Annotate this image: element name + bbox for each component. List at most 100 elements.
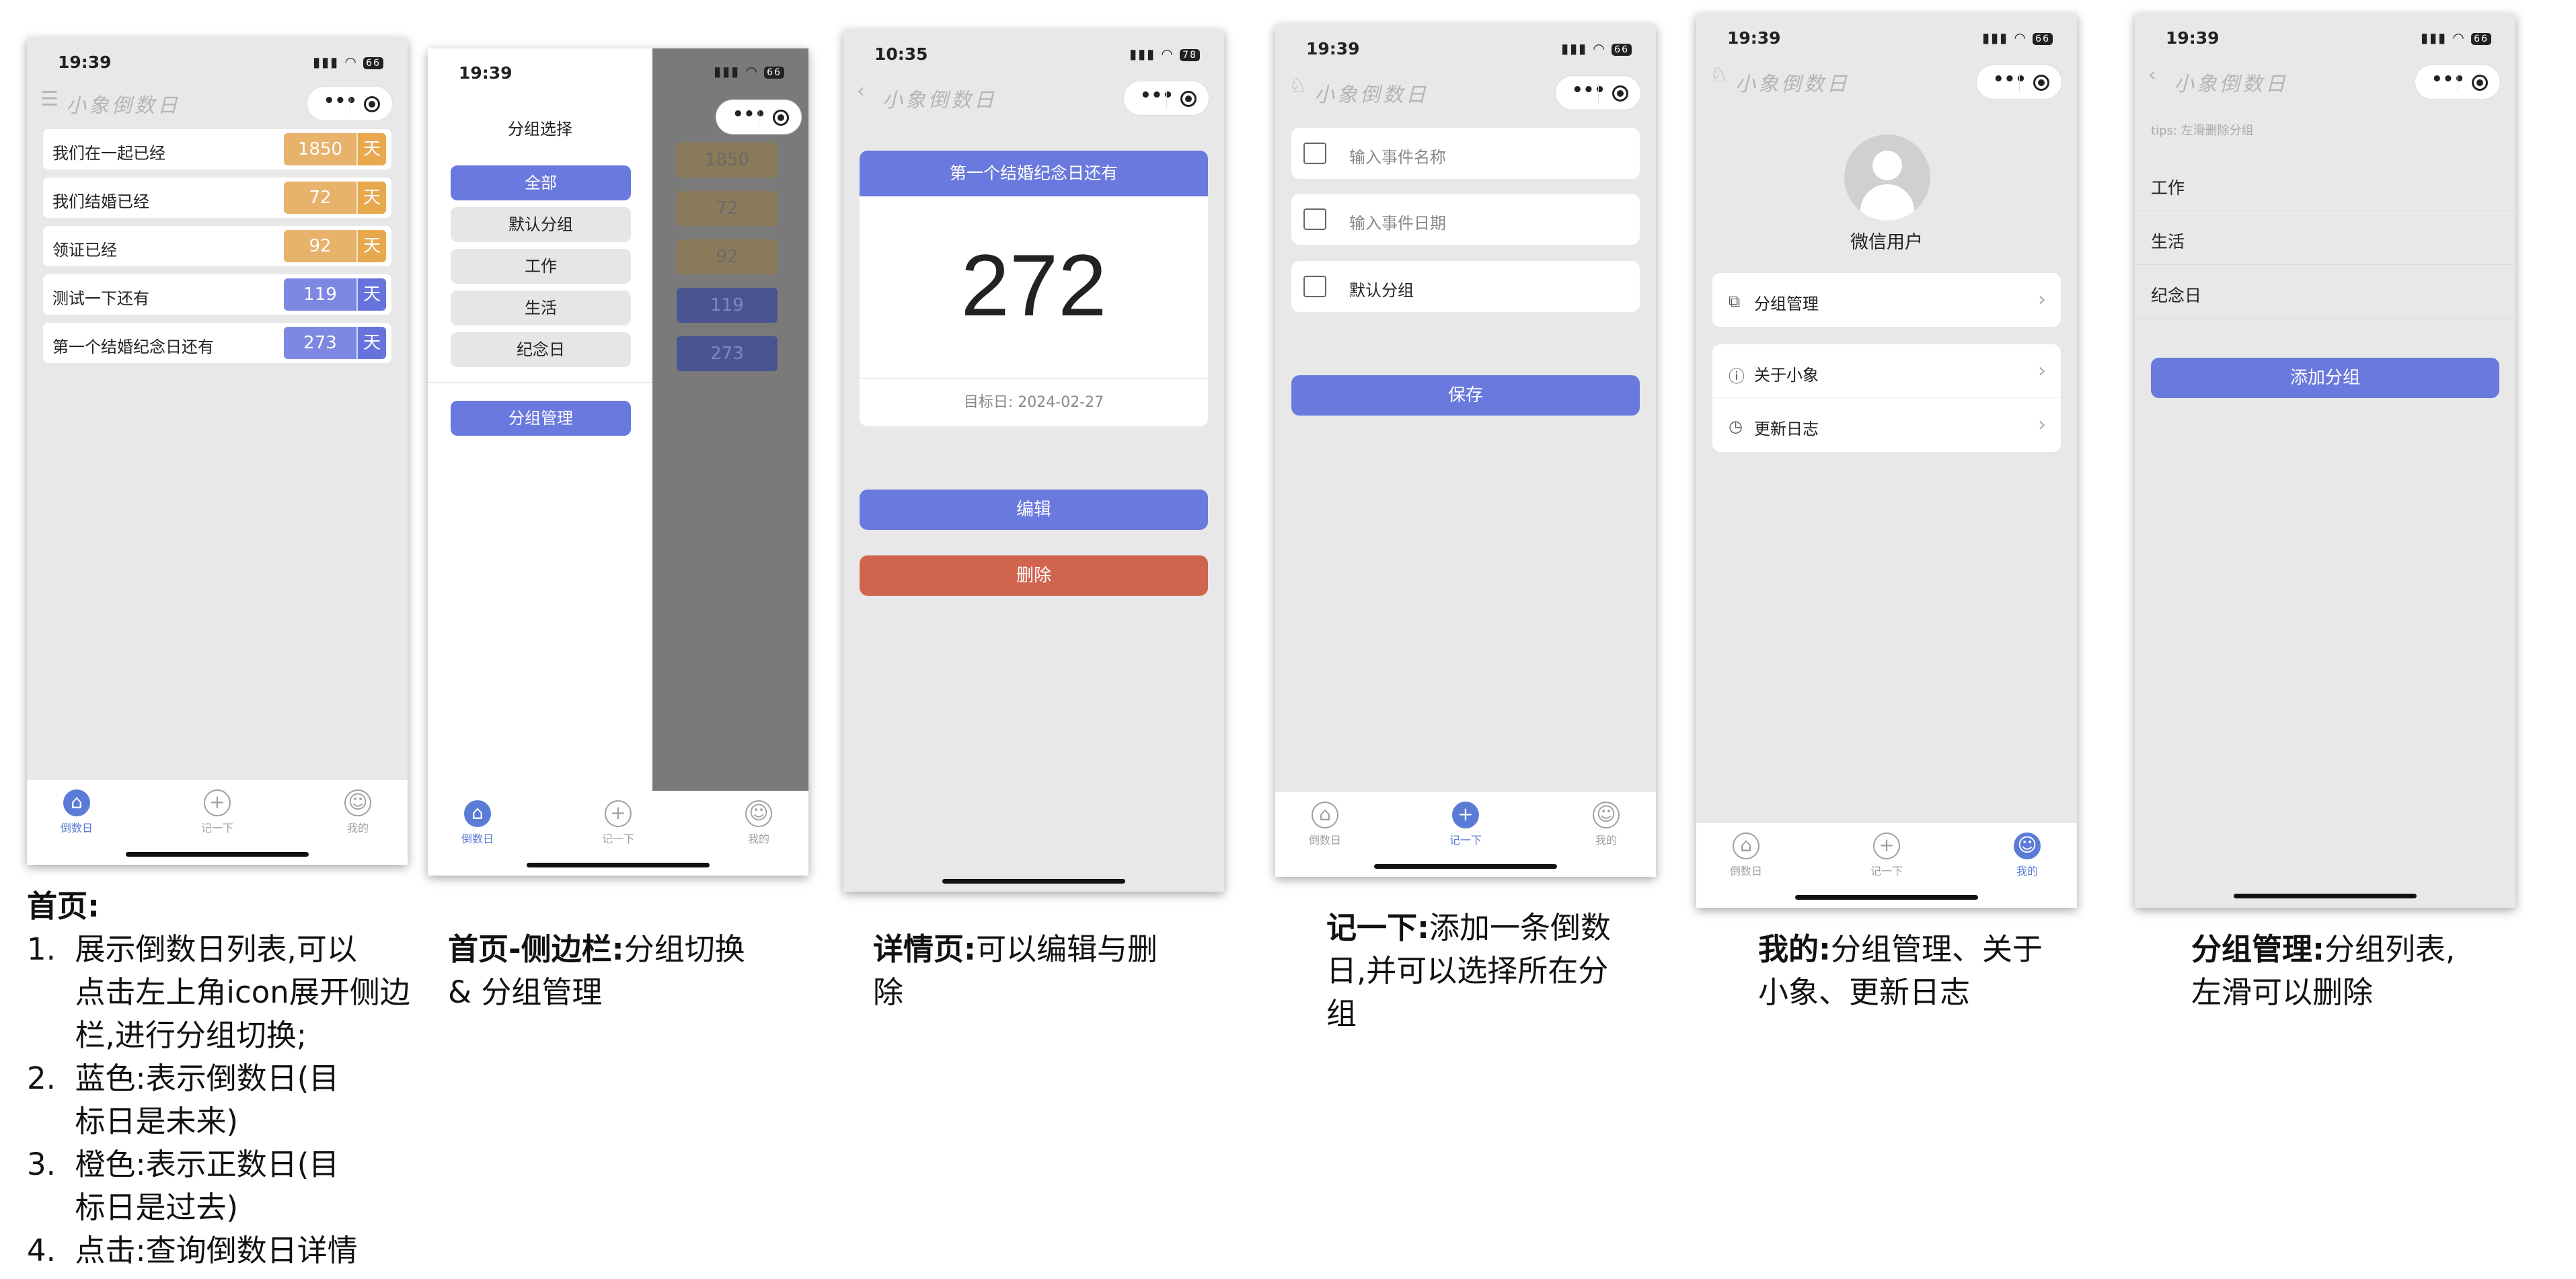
tab-record[interactable]: + 记一下 [578, 800, 658, 846]
tab-record[interactable]: + 记一下 [1846, 832, 1927, 878]
home-indicator [1374, 864, 1557, 869]
tab-record[interactable]: + 记一下 [1425, 802, 1506, 847]
caption-line: 标日是未来) [27, 1103, 239, 1139]
save-button[interactable]: 保存 [1291, 375, 1640, 416]
close-target-icon[interactable] [1612, 85, 1628, 102]
home-indicator [126, 852, 309, 857]
tab-mine[interactable]: ☺ 我的 [1566, 802, 1646, 847]
miniprogram-capsule[interactable]: ••• [307, 86, 393, 121]
app-title: 小象倒数日 [2174, 73, 2288, 96]
group-life[interactable]: 生活 [451, 290, 631, 325]
group-row[interactable]: 生活 [2135, 211, 2515, 265]
menu-changelog[interactable]: ◷ 更新日志 › [1712, 398, 2061, 452]
event-row[interactable]: 我们结婚已经 72 天 [43, 178, 391, 218]
group-row[interactable]: 纪念日 [2135, 265, 2515, 319]
tab-record[interactable]: + 记一下 [177, 789, 258, 835]
more-icon[interactable]: ••• [324, 91, 357, 111]
caption-title: 首页: [27, 888, 100, 924]
group-select[interactable]: 默认分组 [1291, 261, 1640, 312]
menu-about[interactable]: ⓘ 关于小象 › [1712, 344, 2061, 398]
edit-button[interactable]: 编辑 [860, 490, 1208, 530]
miniprogram-capsule[interactable]: ••• [716, 100, 802, 134]
close-target-icon[interactable] [1180, 91, 1197, 107]
tips-text: tips: 左滑删除分组 [2151, 124, 2254, 138]
add-group-button[interactable]: 添加分组 [2151, 358, 2499, 398]
caption-text: 分组列表, [2324, 931, 2456, 967]
clock-icon: ◷ [1729, 417, 1743, 436]
tab-label: 我的 [1595, 834, 1617, 847]
caption-line: 4. 点击:查询倒数日详情 [27, 1233, 358, 1268]
app-title: 小象倒数日 [1314, 83, 1429, 107]
close-target-icon[interactable] [364, 96, 380, 112]
tab-label: 我的 [346, 822, 369, 835]
tab-label: 记一下 [200, 822, 233, 835]
menu-group-manage[interactable]: ⧉ 分组管理 › [1712, 273, 2061, 327]
miniprogram-capsule[interactable]: ••• [1976, 65, 2062, 100]
tab-mine[interactable]: ☺ 我的 [1987, 832, 2068, 878]
group-all[interactable]: 全部 [451, 165, 631, 200]
menu-label: 分组管理 [1754, 295, 1819, 313]
chevron-right-icon: › [2038, 288, 2046, 311]
days-unit: 天 [356, 230, 386, 262]
status-time: 19:39 [58, 52, 112, 72]
tab-bar: ⌂ 倒数日 + 记一下 ☺ 我的 [1696, 823, 2077, 908]
miniprogram-capsule[interactable]: ••• [2415, 65, 2501, 100]
group-label: 纪念日 [2151, 286, 2202, 305]
caption-bold: 详情页: [873, 931, 976, 967]
miniprogram-capsule[interactable]: ••• [1555, 75, 1641, 110]
caption-detail: 详情页:可以编辑与删 除 [873, 928, 1223, 1014]
caption-line: 除 [873, 974, 904, 1010]
tab-label: 倒数日 [1308, 834, 1341, 847]
event-row[interactable]: 第一个结婚纪念日还有 273 天 [43, 323, 391, 363]
close-target-icon[interactable] [2033, 75, 2049, 91]
event-row[interactable]: 领证已经 92 天 [43, 226, 391, 266]
info-icon: ⓘ [1729, 367, 1745, 386]
miniprogram-capsule[interactable]: ••• [1123, 81, 1209, 116]
delete-button[interactable]: 删除 [860, 555, 1208, 596]
big-day-number: 272 [960, 236, 1107, 334]
back-icon[interactable]: ‹ [2148, 63, 2156, 87]
event-label: 我们在一起已经 [52, 144, 165, 163]
tab-mine[interactable]: ☺ 我的 [317, 789, 398, 835]
tab-countdown[interactable]: ⌂ 倒数日 [36, 789, 117, 835]
dimmed-days: 1850 [677, 143, 778, 178]
caption-line: 左滑可以删除 [2191, 974, 2374, 1010]
caption-line: 日,并可以选择所在分 [1326, 953, 1609, 989]
event-name-placeholder: 输入事件名称 [1349, 148, 1446, 167]
group-default[interactable]: 默认分组 [451, 207, 631, 242]
detail-card: 第一个结婚纪念日还有 272 目标日: 2024-02-27 [860, 151, 1208, 426]
caption-line: 标日是过去) [27, 1190, 239, 1225]
status-time: 19:39 [2166, 28, 2220, 48]
event-row[interactable]: 测试一下还有 119 天 [43, 274, 391, 315]
home-icon: ⌂ [63, 789, 90, 816]
more-icon[interactable]: ••• [1572, 80, 1605, 100]
close-target-icon[interactable] [773, 110, 789, 126]
more-icon[interactable]: ••• [732, 104, 766, 124]
event-date-field[interactable]: 输入事件日期 [1291, 194, 1640, 245]
more-icon[interactable]: ••• [2431, 69, 2465, 89]
caption-bold: 分组管理: [2191, 931, 2324, 967]
tab-countdown[interactable]: ⌂ 倒数日 [437, 800, 518, 846]
group-row[interactable]: 工作 [2135, 157, 2515, 211]
target-date: 目标日: 2024-02-27 [963, 394, 1104, 411]
tab-mine[interactable]: ☺ 我的 [718, 800, 799, 846]
days-badge: 273 天 [284, 327, 386, 359]
close-target-icon[interactable] [2472, 75, 2488, 91]
document-icon [1303, 143, 1326, 164]
group-anniversary[interactable]: 纪念日 [451, 332, 631, 367]
more-icon[interactable]: ••• [1140, 85, 1174, 106]
avatar [1844, 134, 1930, 221]
tab-countdown[interactable]: ⌂ 倒数日 [1706, 832, 1786, 878]
event-row[interactable]: 我们在一起已经 1850 天 [43, 129, 391, 169]
manage-groups-button[interactable]: 分组管理 [451, 401, 631, 436]
status-icons: ▮▮▮ ◠ 78 [1129, 46, 1200, 62]
tab-countdown[interactable]: ⌂ 倒数日 [1285, 802, 1365, 847]
more-icon[interactable]: ••• [1993, 69, 2026, 89]
tab-label: 我的 [747, 832, 769, 845]
back-icon[interactable]: ‹ [857, 79, 865, 103]
group-work[interactable]: 工作 [451, 249, 631, 284]
days-count: 119 [284, 278, 356, 311]
menu-icon[interactable]: ☰ [40, 87, 59, 111]
status-time: 10:35 [874, 44, 928, 64]
event-name-field[interactable]: 输入事件名称 [1291, 128, 1640, 179]
